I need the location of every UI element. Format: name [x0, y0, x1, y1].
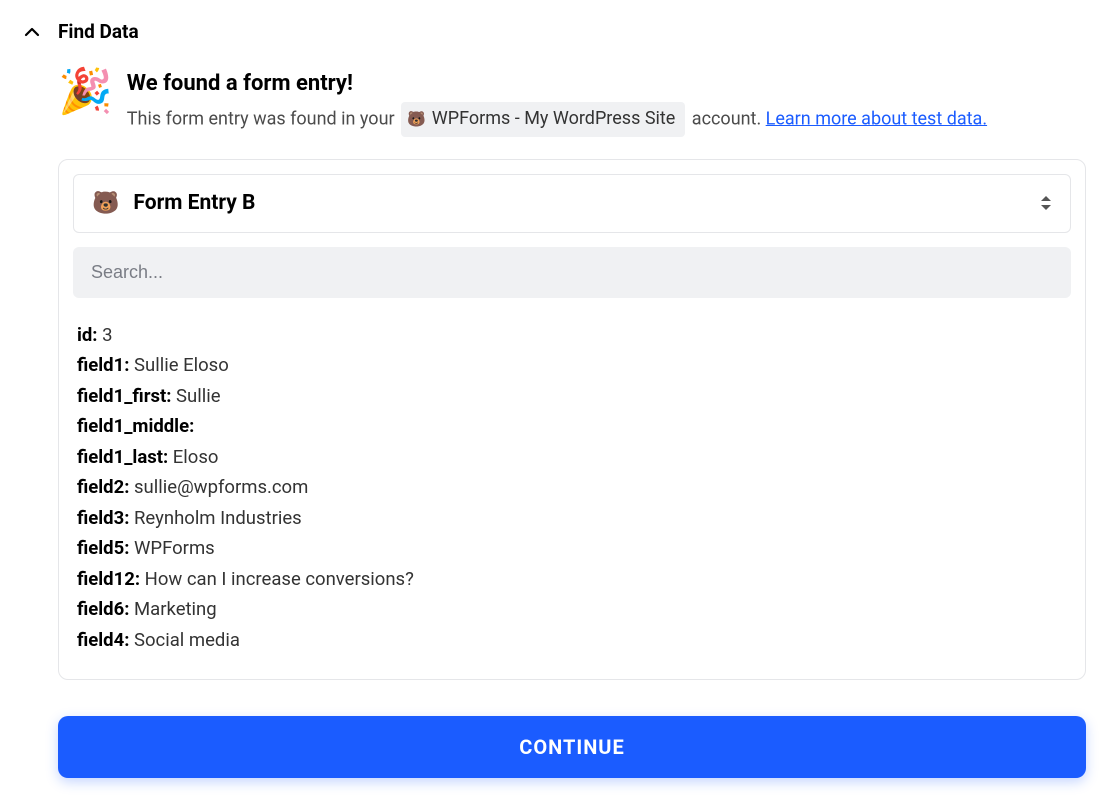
field-value: Sullie [171, 385, 220, 407]
wpforms-icon: 🐻 [407, 107, 426, 131]
entry-label: Form Entry B [133, 191, 255, 215]
collapse-icon[interactable] [24, 24, 40, 40]
field-value: WPForms [129, 537, 214, 559]
field-key: field1_first: [77, 385, 171, 407]
entry-card: 🐻 Form Entry B id: 3field1: Sullie Eloso… [58, 159, 1086, 681]
field-key: field1_middle: [77, 415, 194, 437]
sort-icon [1040, 195, 1052, 211]
continue-button[interactable]: CONTINUE [58, 716, 1086, 778]
found-heading: We found a form entry! [127, 71, 987, 96]
field-row: field3: Reynholm Industries [77, 503, 1071, 534]
learn-more-link[interactable]: Learn more about test data. [766, 108, 987, 129]
search-box [73, 247, 1071, 298]
desc-suffix: account. [687, 108, 765, 129]
field-row: field1_last: Eloso [77, 442, 1071, 473]
field-row: field5: WPForms [77, 533, 1071, 564]
account-name: WPForms - My WordPress Site [432, 105, 676, 134]
field-key: field1: [77, 354, 129, 376]
field-key: field2: [77, 476, 129, 498]
field-value: Sullie Eloso [129, 354, 228, 376]
field-row: field4: Social media [77, 625, 1071, 656]
field-value: Reynholm Industries [129, 507, 301, 529]
field-row: field1_middle: [77, 411, 1071, 442]
entry-icon: 🐻 [92, 191, 119, 216]
party-icon: 🎉 [58, 69, 113, 113]
field-value: Marketing [129, 598, 216, 620]
field-row: field1: Sullie Eloso [77, 350, 1071, 381]
field-key: id: [77, 324, 98, 346]
field-key: field5: [77, 537, 129, 559]
fields-list: id: 3field1: Sullie Elosofield1_first: S… [73, 320, 1071, 656]
field-row: field12: How can I increase conversions? [77, 564, 1071, 595]
field-key: field1_last: [77, 446, 168, 468]
field-row: id: 3 [77, 320, 1071, 351]
field-row: field2: sullie@wpforms.com [77, 472, 1071, 503]
account-chip: 🐻WPForms - My WordPress Site [401, 102, 685, 137]
field-key: field4: [77, 629, 129, 651]
field-value: sullie@wpforms.com [129, 476, 308, 498]
field-row: field6: Marketing [77, 594, 1071, 625]
field-value: Eloso [168, 446, 218, 468]
field-value: Social media [129, 629, 240, 651]
field-key: field3: [77, 507, 129, 529]
field-value: How can I increase conversions? [140, 568, 414, 590]
field-key: field6: [77, 598, 129, 620]
section-title: Find Data [58, 20, 139, 43]
found-description: This form entry was found in your 🐻WPFor… [127, 102, 987, 137]
continue-label: CONTINUE [519, 735, 625, 759]
field-row: field1_first: Sullie [77, 381, 1071, 412]
desc-prefix: This form entry was found in your [127, 108, 399, 129]
field-value: 3 [98, 324, 113, 346]
field-key: field12: [77, 568, 140, 590]
entry-selector[interactable]: 🐻 Form Entry B [73, 174, 1071, 233]
search-input[interactable] [91, 262, 1053, 283]
